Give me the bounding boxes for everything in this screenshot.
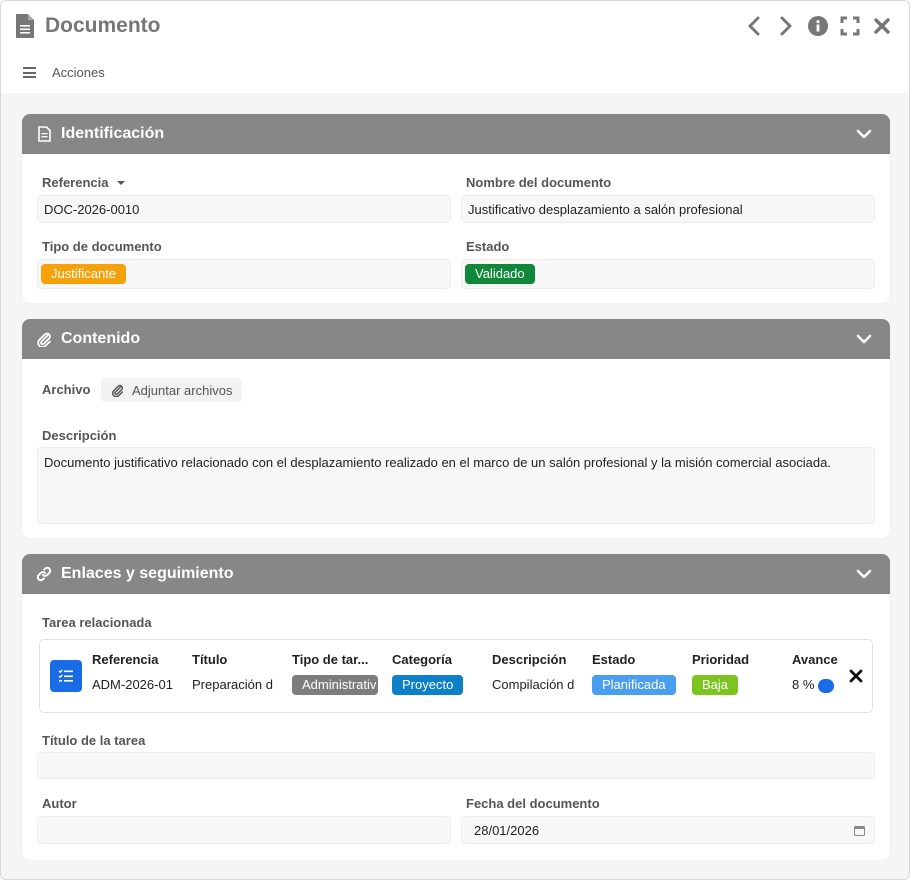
link-icon [36, 566, 52, 582]
description-label: Descripción [42, 428, 117, 443]
paperclip-icon [112, 384, 124, 397]
chevron-right-icon[interactable] [775, 15, 797, 37]
links-panel: Enlaces y seguimiento Tarea relacionada … [22, 554, 890, 860]
actions-label[interactable]: Acciones [52, 65, 105, 80]
close-icon[interactable] [871, 15, 893, 37]
progress-indicator [818, 678, 835, 693]
close-icon[interactable] [848, 668, 864, 684]
content-title: Contenido [61, 330, 141, 347]
attach-files-button[interactable]: Adjuntar archivos [101, 378, 243, 402]
document-date-label: Fecha del documento [466, 796, 600, 811]
reference-field[interactable]: DOC-2026-0010 [37, 195, 451, 223]
chevron-down-icon[interactable] [856, 331, 872, 347]
task-priority-badge: Baja [692, 675, 739, 695]
identification-title: Identificación [61, 125, 165, 142]
paperclip-icon [36, 331, 52, 347]
document-icon [15, 13, 35, 39]
task-header-description: Descripción [492, 652, 567, 667]
task-header-category: Categoría [392, 652, 452, 667]
document-date-field[interactable]: 28/01/2026 [461, 816, 875, 844]
task-header-priority: Prioridad [692, 652, 750, 667]
state-label: Estado [466, 239, 510, 254]
content-panel: Contenido Archivo Adjuntar archivos Desc… [22, 319, 890, 538]
chevron-down-icon[interactable] [856, 126, 872, 142]
content-header[interactable]: Contenido [22, 319, 890, 359]
task-col-title: Título Preparación d [192, 652, 278, 692]
state-field[interactable]: Validado [461, 259, 875, 289]
type-label: Tipo de documento [42, 239, 162, 254]
task-header-progress: Avance [792, 652, 838, 667]
task-title-field[interactable] [37, 752, 875, 779]
links-header[interactable]: Enlaces y seguimiento [22, 554, 890, 594]
description-field[interactable]: Documento justificativo relacionado con … [37, 447, 875, 524]
fullscreen-icon[interactable] [839, 15, 861, 37]
author-label: Autor [42, 796, 77, 811]
task-header-type: Tipo de tar... [292, 652, 369, 667]
author-field[interactable] [37, 816, 451, 844]
task-col-priority: Prioridad Baja [692, 652, 778, 695]
document-name-field[interactable]: Justificativo desplazamiento a salón pro… [461, 195, 875, 223]
window-controls [743, 15, 893, 37]
document-window: Documento Acciones Identificación Refere… [0, 0, 910, 880]
file-label: Archivo [42, 382, 91, 397]
actions-menu[interactable]: Acciones [23, 65, 105, 80]
task-category-badge: Proyecto [392, 675, 464, 695]
task-header-title: Título [192, 652, 228, 667]
related-task-card[interactable]: Referencia ADM-2026-01 Título Preparació… [39, 639, 873, 713]
name-label: Nombre del documento [466, 175, 612, 190]
task-col-category: Categoría Proyecto [392, 652, 478, 695]
info-icon[interactable] [807, 15, 829, 37]
task-title: Preparación d [192, 677, 273, 692]
window-title: Documento [45, 14, 161, 37]
caret-down-icon[interactable] [116, 179, 126, 187]
related-task-label: Tarea relacionada [42, 615, 152, 630]
task-col-description: Descripción Compilación d [492, 652, 578, 692]
task-header-state: Estado [592, 652, 636, 667]
task-col-reference: Referencia ADM-2026-01 [92, 652, 178, 692]
task-reference: ADM-2026-01 [92, 677, 173, 692]
hamburger-icon[interactable] [23, 67, 36, 78]
document-icon [36, 126, 52, 142]
task-col-progress: Avance 8 % [792, 652, 838, 693]
attach-files-label: Adjuntar archivos [132, 382, 233, 398]
identification-header[interactable]: Identificación [22, 114, 890, 154]
task-list-icon [50, 660, 82, 692]
task-col-type: Tipo de tar... Administrativ [292, 652, 378, 695]
task-title-label: Título de la tarea [42, 733, 146, 748]
document-type-field[interactable]: Justificante [37, 259, 451, 289]
document-date-value: 28/01/2026 [474, 823, 540, 838]
task-progress: 8 % [792, 677, 815, 692]
title-bar: Documento Acciones [1, 1, 909, 93]
links-title: Enlaces y seguimiento [61, 565, 234, 582]
chevron-left-icon[interactable] [743, 15, 765, 37]
calendar-icon[interactable] [854, 825, 865, 836]
task-col-state: Estado Planificada [592, 652, 678, 695]
task-type-badge: Administrativ [292, 675, 378, 695]
chevron-down-icon[interactable] [856, 566, 872, 582]
reference-label[interactable]: Referencia [42, 175, 126, 190]
task-header-reference: Referencia [92, 652, 159, 667]
document-type-badge: Justificante [41, 264, 127, 284]
identification-panel: Identificación Referencia DOC-2026-0010 … [22, 114, 890, 303]
task-description: Compilación d [492, 677, 575, 692]
state-badge: Validado [465, 264, 535, 284]
task-state-badge: Planificada [592, 675, 676, 695]
